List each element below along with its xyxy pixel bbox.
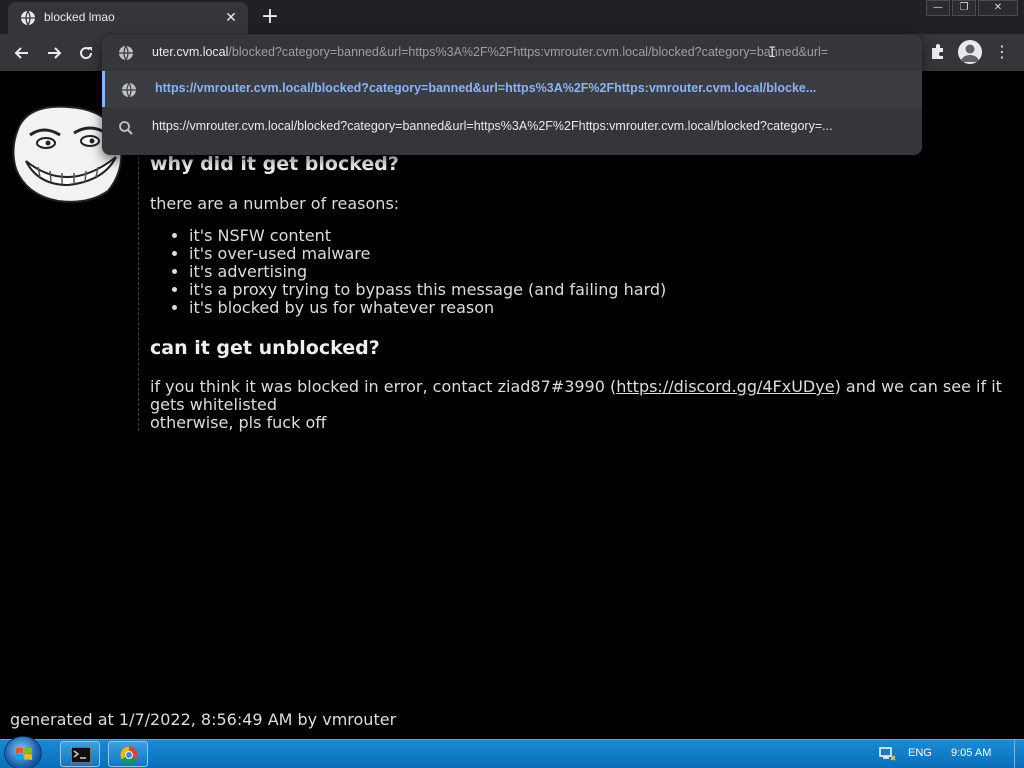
contact-paragraph: if you think it was blocked in error, co… xyxy=(150,378,1020,432)
address-input[interactable]: uter.cvm.local/blocked?category=banned&u… xyxy=(152,45,912,59)
contact-text-before: if you think it was blocked in error, co… xyxy=(150,377,617,396)
address-host: uter.cvm.local xyxy=(152,45,229,59)
tab-title: blocked lmao xyxy=(44,10,115,24)
tab-close-icon[interactable]: ✕ xyxy=(222,9,240,27)
discord-link[interactable]: https://discord.gg/4FxUDye xyxy=(616,377,834,396)
contact-line2: otherwise, pls fuck off xyxy=(150,413,327,432)
reasons-intro: there are a number of reasons: xyxy=(150,194,400,213)
page-content: why did it get blocked? there are a numb… xyxy=(0,71,1024,739)
suggestion-item[interactable]: https://vmrouter.cvm.local/blocked?categ… xyxy=(102,71,922,107)
list-item: it's advertising xyxy=(189,263,666,281)
network-tray-icon[interactable] xyxy=(878,746,896,762)
suggestion-text: https://vmrouter.cvm.local/blocked?categ… xyxy=(155,81,817,95)
show-desktop-button[interactable] xyxy=(1014,740,1024,768)
heading-why-blocked: why did it get blocked? xyxy=(150,153,399,175)
suggestion-item[interactable]: https://vmrouter.cvm.local/blocked?categ… xyxy=(102,109,922,145)
address-path: /blocked?category=banned&url=https%3A%2F… xyxy=(228,45,829,59)
windows-logo-icon xyxy=(16,747,32,760)
command-prompt-icon xyxy=(70,746,92,764)
list-item: it's NSFW content xyxy=(189,227,666,245)
browser-menu-button[interactable]: ⋮ xyxy=(994,42,1010,62)
tab-strip: blocked lmao ✕ + — ❐ ✕ xyxy=(0,0,1024,34)
generated-footer: generated at 1/7/2022, 8:56:49 AM by vmr… xyxy=(10,710,397,729)
address-input-row[interactable]: uter.cvm.local/blocked?category=banned&u… xyxy=(102,35,922,69)
list-item: it's a proxy trying to bypass this messa… xyxy=(189,281,666,299)
new-tab-button[interactable]: + xyxy=(256,4,284,32)
person-icon xyxy=(961,44,979,62)
heading-can-unblock: can it get unblocked? xyxy=(150,337,380,359)
language-indicator[interactable]: ENG xyxy=(908,747,932,759)
restore-button[interactable]: ❐ xyxy=(952,0,976,16)
globe-icon xyxy=(119,45,133,61)
profile-avatar-icon[interactable] xyxy=(958,40,982,64)
reload-icon xyxy=(80,47,93,60)
back-button[interactable] xyxy=(9,40,35,66)
back-arrow-icon xyxy=(14,47,28,59)
list-item: it's over-used malware xyxy=(189,245,666,263)
start-button[interactable] xyxy=(4,736,42,768)
taskbar-cmd-button[interactable] xyxy=(60,741,100,767)
text-cursor-icon: I xyxy=(768,45,777,61)
tab-blocked[interactable]: blocked lmao ✕ xyxy=(8,2,248,34)
globe-icon xyxy=(122,82,136,98)
list-item: it's blocked by us for whatever reason xyxy=(189,299,666,317)
clock[interactable]: 9:05 AM xyxy=(951,747,991,759)
forward-arrow-icon xyxy=(48,47,62,59)
window-controls: — ❐ ✕ xyxy=(926,0,1018,18)
reload-button[interactable] xyxy=(73,40,99,66)
forward-button[interactable] xyxy=(41,40,67,66)
chrome-icon xyxy=(120,746,138,764)
taskbar-chrome-button[interactable] xyxy=(108,741,148,767)
taskbar: ENG 9:05 AM xyxy=(0,736,1024,768)
globe-icon xyxy=(21,10,35,26)
suggestion-text: https://vmrouter.cvm.local/blocked?categ… xyxy=(152,119,833,133)
minimize-button[interactable]: — xyxy=(926,0,950,16)
address-bar[interactable]: uter.cvm.local/blocked?category=banned&u… xyxy=(102,35,922,155)
close-window-button[interactable]: ✕ xyxy=(978,0,1018,16)
search-icon xyxy=(119,121,133,135)
reasons-list: it's NSFW content it's over-used malware… xyxy=(171,227,666,317)
extensions-puzzle-icon[interactable] xyxy=(928,42,948,62)
